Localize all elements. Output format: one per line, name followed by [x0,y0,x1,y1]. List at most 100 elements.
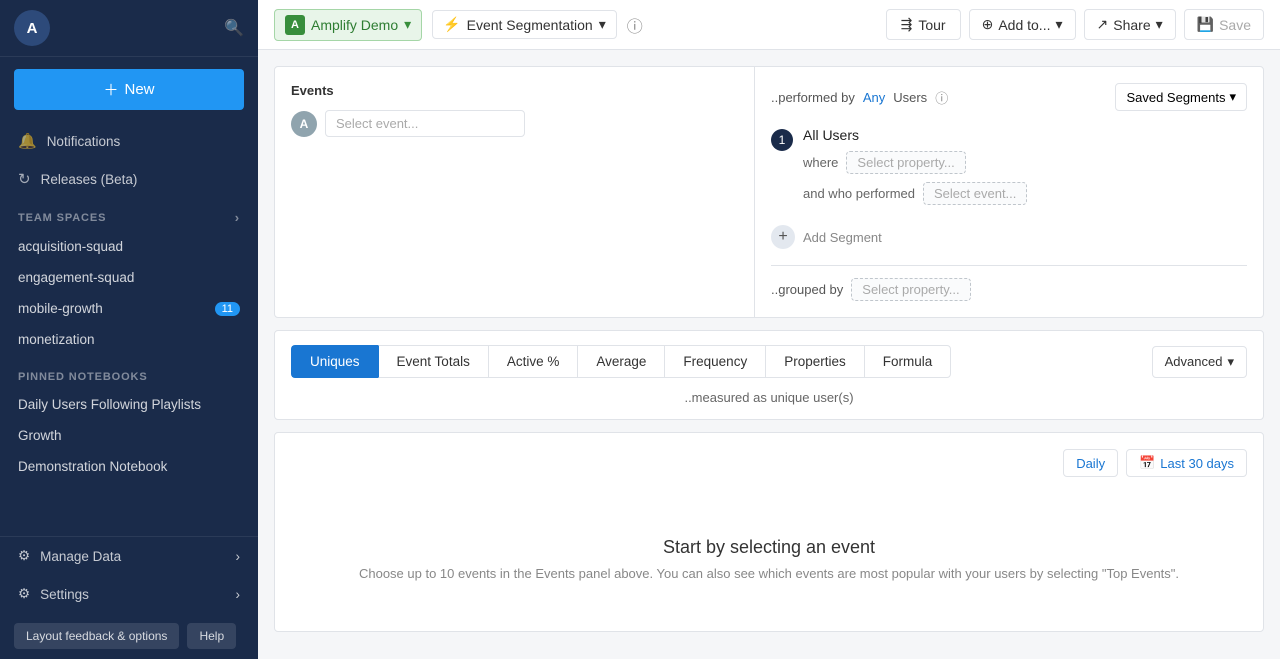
chevron-right-icon: › [235,210,240,225]
where-label: where [803,155,838,170]
segment-number: 1 [771,129,793,151]
metrics-panel: Uniques Event Totals Active % Average Fr… [274,330,1264,420]
saved-segments-button[interactable]: Saved Segments ▾ [1115,83,1247,111]
logo-circle[interactable]: A [14,10,50,46]
search-button[interactable]: 🔍 [224,18,244,38]
events-label: Events [291,83,738,98]
share-button[interactable]: ↗ Share ▾ [1084,9,1176,40]
and-who-performed-row: and who performed Select event... [803,182,1247,205]
top-bar: A Amplify Demo ▾ ⚡ Event Segmentation ▾ … [258,0,1280,50]
event-selector[interactable]: ⚡ Event Segmentation ▾ [432,10,617,39]
layout-feedback-button[interactable]: Layout feedback & options [14,623,179,649]
segment-title: All Users [803,127,1247,143]
sidebar-item-monetization[interactable]: monetization [0,324,258,355]
and-who-label: and who performed [803,186,915,201]
events-panel: Events A Select event... ..performed by … [274,66,1264,318]
tab-formula[interactable]: Formula [864,345,952,378]
main-content: A Amplify Demo ▾ ⚡ Event Segmentation ▾ … [258,0,1280,659]
plus-icon: ＋ [103,79,118,100]
add-segment-button[interactable]: + [771,225,795,249]
add-to-chevron-icon: ▾ [1055,16,1062,33]
add-segment-label: Add Segment [803,230,882,245]
chart-empty-title: Start by selecting an event [291,537,1247,558]
releases-icon: ↻ [18,170,31,188]
where-row: where Select property... [803,151,1247,174]
tab-average[interactable]: Average [577,345,664,378]
chevron-right-manage-icon: › [236,549,241,564]
chart-controls: Daily 📅 Last 30 days [291,449,1247,477]
sidebar-item-mobile-growth[interactable]: mobile-growth 11 [0,293,258,324]
any-link[interactable]: Any [863,90,885,105]
users-info-button[interactable]: ⓘ [935,88,948,107]
grouped-by-row: ..grouped by Select property... [771,265,1247,301]
add-segment-row: + Add Segment [771,225,1247,249]
segment-details: All Users where Select property... and w… [803,127,1247,213]
performed-by-row: ..performed by Any Users ⓘ Saved Segment… [771,83,1247,111]
help-button[interactable]: Help [187,623,236,649]
saved-segments-chevron-icon: ▾ [1229,89,1236,105]
event-letter-badge: A [291,111,317,137]
tab-active-pct[interactable]: Active % [488,345,578,378]
bell-icon: 🔔 [18,132,37,150]
tour-icon: ⇶ [901,16,913,33]
project-icon: A [285,15,305,35]
event-chevron-icon: ▾ [599,16,606,33]
sidebar: A 🔍 ＋ New 🔔 Notifications ↻ Releases (Be… [0,0,258,659]
content-area: Events A Select event... ..performed by … [258,50,1280,659]
sidebar-header: A 🔍 [0,0,258,57]
sidebar-item-releases[interactable]: ↻ Releases (Beta) [0,160,258,198]
add-to-icon: ⊕ [982,16,994,33]
project-chevron-icon: ▾ [404,16,411,33]
sidebar-item-manage-data[interactable]: ⚙ Manage Data › [0,537,258,575]
add-to-button[interactable]: ⊕ Add to... ▾ [969,9,1076,40]
events-left-panel: Events A Select event... [275,67,755,317]
settings-icon: ⚙ [18,586,30,602]
metrics-description: ..measured as unique user(s) [291,390,1247,405]
metrics-tabs: Uniques Event Totals Active % Average Fr… [291,345,951,378]
segment-row: 1 All Users where Select property... and… [771,127,1247,213]
tab-frequency[interactable]: Frequency [664,345,765,378]
project-selector[interactable]: A Amplify Demo ▾ [274,9,422,41]
new-button[interactable]: ＋ New [14,69,244,110]
users-label: Users [893,90,927,105]
event-row: A Select event... [291,110,738,137]
sidebar-item-engagement-squad[interactable]: engagement-squad [0,262,258,293]
calendar-icon: 📅 [1139,455,1155,471]
select-property-dropdown[interactable]: Select property... [846,151,965,174]
sidebar-item-acquisition-squad[interactable]: acquisition-squad [0,231,258,262]
pinned-notebooks-section: PINNED NOTEBOOKS [0,359,258,389]
grouped-by-label: ..grouped by [771,282,843,297]
tab-event-totals[interactable]: Event Totals [378,345,488,378]
performed-by-label: ..performed by [771,90,855,105]
chevron-right-settings-icon: › [236,587,241,602]
badge-mobile-growth: 11 [215,302,240,316]
select-event-dropdown2[interactable]: Select event... [923,182,1027,205]
chart-empty-state: Start by selecting an event Choose up to… [291,517,1247,589]
chart-panel: Daily 📅 Last 30 days Start by selecting … [274,432,1264,632]
advanced-chevron-icon: ▾ [1227,354,1234,370]
tab-properties[interactable]: Properties [765,345,864,378]
share-chevron-icon: ▾ [1156,16,1163,33]
events-right-panel: ..performed by Any Users ⓘ Saved Segment… [755,67,1263,317]
save-button[interactable]: 💾 Save [1184,9,1264,40]
notebook-demo[interactable]: Demonstration Notebook [0,451,258,482]
tab-uniques[interactable]: Uniques [291,345,378,378]
sidebar-item-notifications[interactable]: 🔔 Notifications [0,122,258,160]
tour-button[interactable]: ⇶ Tour [886,9,961,40]
logo-letter: A [27,20,38,37]
sidebar-item-settings[interactable]: ⚙ Settings › [0,575,258,613]
save-icon: 💾 [1197,16,1214,33]
daily-button[interactable]: Daily [1063,449,1118,477]
grouped-property-dropdown[interactable]: Select property... [851,278,970,301]
last30-button[interactable]: 📅 Last 30 days [1126,449,1247,477]
sidebar-bottom: ⚙ Manage Data › ⚙ Settings › Layout feed… [0,536,258,659]
notebook-growth[interactable]: Growth [0,420,258,451]
event-select-dropdown[interactable]: Select event... [325,110,525,137]
notebook-daily-users[interactable]: Daily Users Following Playlists [0,389,258,420]
team-spaces-section[interactable]: TEAM SPACES › [0,198,258,231]
top-bar-right: ⇶ Tour ⊕ Add to... ▾ ↗ Share ▾ 💾 Save [886,9,1264,40]
chart-empty-description: Choose up to 10 events in the Events pan… [291,566,1247,581]
event-segmentation-icon: ⚡ [443,16,460,33]
info-button[interactable]: ⓘ [627,13,643,37]
advanced-button[interactable]: Advanced ▾ [1152,346,1247,378]
